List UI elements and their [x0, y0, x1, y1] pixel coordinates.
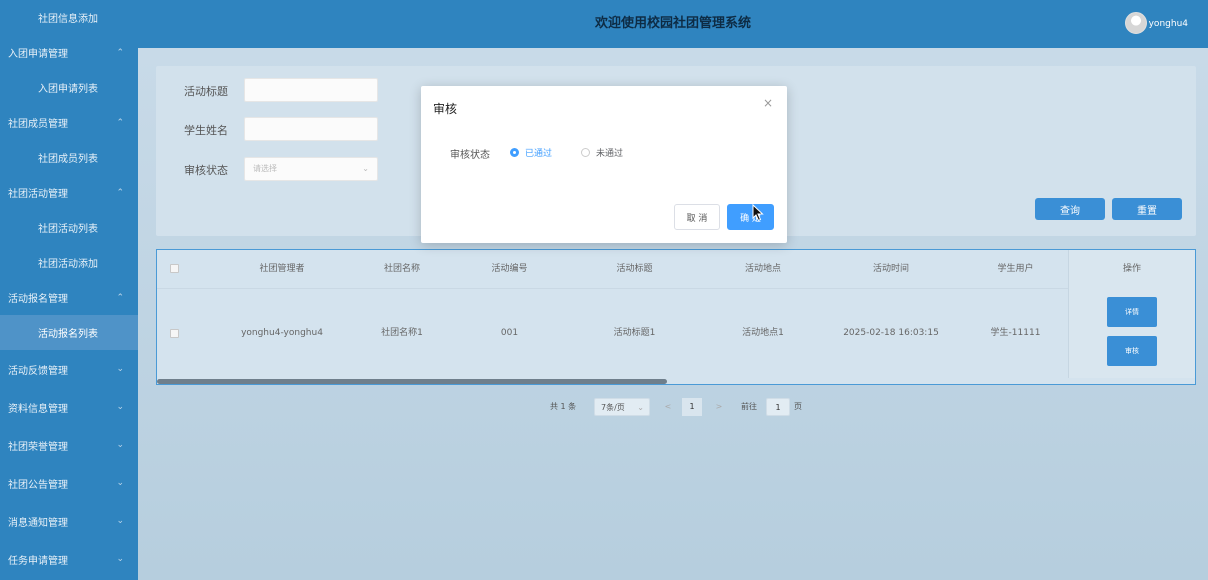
- review-dialog: 审核 × 审核状态 已通过 未通过 取 消 确 定: [421, 86, 787, 243]
- close-icon[interactable]: ×: [763, 96, 773, 110]
- review-status-field-label: 审核状态: [450, 150, 490, 161]
- radio-rejected[interactable]: [581, 148, 590, 157]
- radio-approved-label[interactable]: 已通过: [525, 146, 552, 159]
- radio-approved[interactable]: [510, 148, 519, 157]
- radio-rejected-label[interactable]: 未通过: [596, 146, 623, 159]
- confirm-button[interactable]: 确 定: [727, 204, 774, 230]
- mouse-cursor-icon: [752, 204, 764, 222]
- cancel-button[interactable]: 取 消: [674, 204, 720, 230]
- dialog-title: 审核: [433, 102, 458, 116]
